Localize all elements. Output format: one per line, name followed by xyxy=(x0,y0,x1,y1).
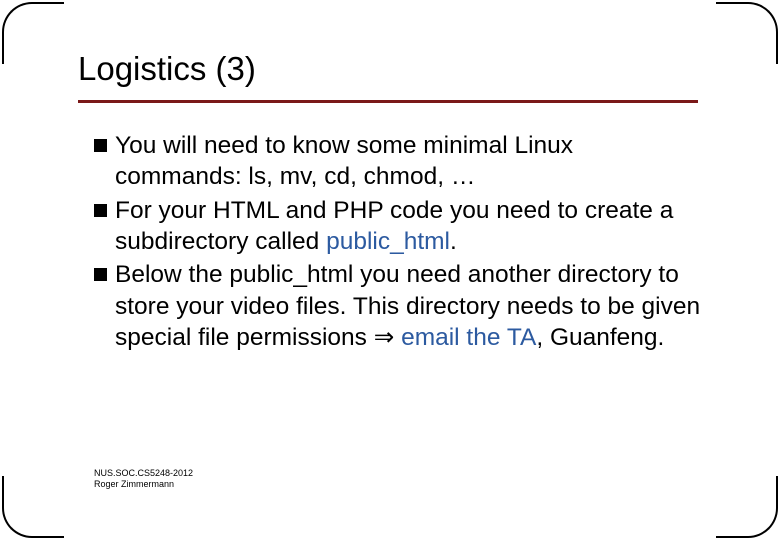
footer-line-1: NUS.SOC.CS5248-2012 xyxy=(94,468,193,479)
footer-line-2: Roger Zimmermann xyxy=(94,479,193,490)
slide-footer: NUS.SOC.CS5248-2012 Roger Zimmermann xyxy=(94,468,193,491)
corner-decoration xyxy=(2,2,64,64)
arrow-icon: ⇒ xyxy=(374,324,395,351)
text-segment: . xyxy=(450,228,457,255)
text-segment: You will need to know some minimal Linux… xyxy=(115,132,573,190)
highlight-text: email the TA xyxy=(401,324,536,351)
bullet-item: You will need to know some minimal Linux… xyxy=(94,130,704,193)
square-bullet-icon xyxy=(94,268,107,281)
corner-decoration xyxy=(2,476,64,538)
corner-decoration xyxy=(716,476,778,538)
text-segment: , Guanfeng. xyxy=(536,324,664,351)
slide: Logistics (3) You will need to know some… xyxy=(0,0,780,540)
bullet-text: For your HTML and PHP code you need to c… xyxy=(115,195,704,258)
bullet-item: Below the public_html you need another d… xyxy=(94,259,704,353)
bullet-text: Below the public_html you need another d… xyxy=(115,259,704,353)
bullet-item: For your HTML and PHP code you need to c… xyxy=(94,195,704,258)
bullet-text: You will need to know some minimal Linux… xyxy=(115,130,704,193)
highlight-text: public_html xyxy=(326,228,450,255)
slide-content: You will need to know some minimal Linux… xyxy=(94,130,704,356)
title-underline xyxy=(78,100,698,103)
corner-decoration xyxy=(716,2,778,64)
slide-title: Logistics (3) xyxy=(78,50,256,88)
square-bullet-icon xyxy=(94,204,107,217)
square-bullet-icon xyxy=(94,139,107,152)
